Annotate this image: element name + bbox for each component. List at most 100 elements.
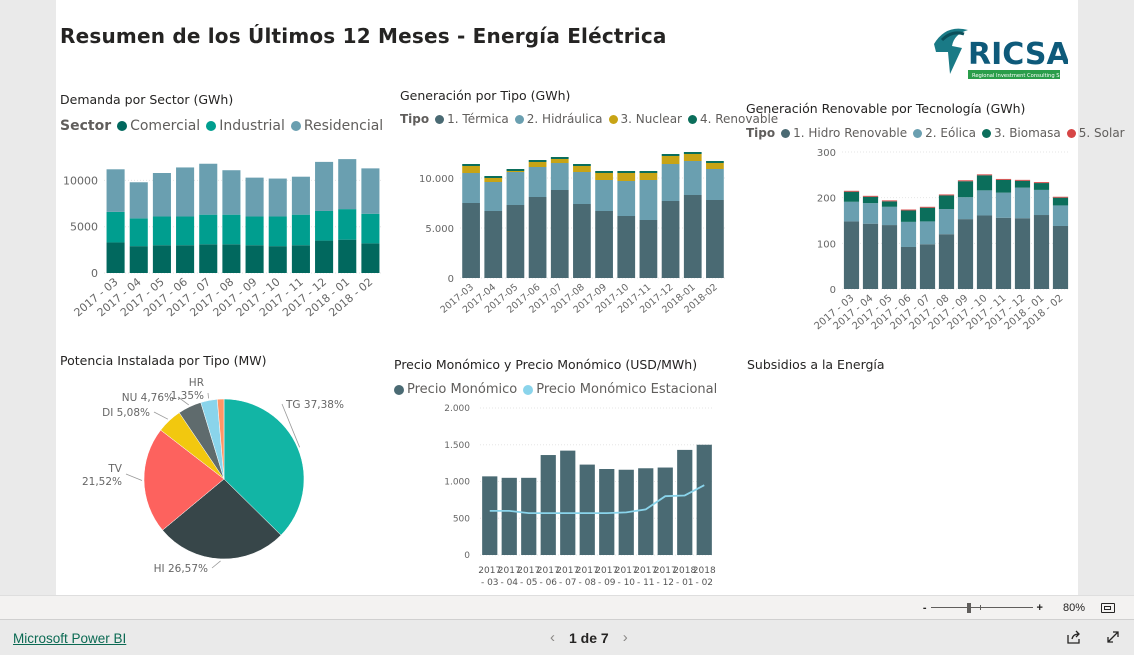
bar-industrial [268, 216, 287, 247]
bar-residencial [222, 170, 241, 215]
bar-2-hidr-ulica [706, 169, 724, 200]
bar-4-renovable [595, 171, 613, 173]
bar-industrial [152, 216, 171, 246]
bar-2-hidr-ulica [573, 172, 591, 204]
legend-item-estacional[interactable]: Precio Monómico Estacional [523, 382, 717, 397]
ricsa-logo: RICSA Regional Investment Consulting S.A… [934, 28, 1068, 79]
bar-residencial [176, 167, 195, 217]
y-tick-label: 2.000 [444, 404, 470, 414]
zoom-slider[interactable] [930, 602, 1033, 614]
bar-2-e-lica [843, 201, 860, 222]
bar-precio-monomico [677, 449, 693, 555]
pie-label: HR [189, 377, 204, 389]
pie-leader-line [125, 473, 143, 481]
potencia-pie-chart[interactable]: TG 37,38% HI 26,57% TV21,52% DI 5,08% NU 4,7… [56, 370, 386, 590]
bar-5-solar [881, 200, 898, 202]
legend-item-termica[interactable]: 1. Térmica [435, 112, 509, 126]
bar-1-t-rmica [573, 204, 591, 278]
legend-item-industrial[interactable]: Industrial [206, 118, 285, 134]
legend-item-nuclear[interactable]: 3. Nuclear [608, 112, 682, 126]
bar-residencial [338, 159, 357, 210]
zoom-level: 80% [1062, 602, 1085, 614]
bar-3-biomasa [957, 181, 974, 198]
pie-leader-line [207, 392, 209, 399]
legend-item-hidraulica[interactable]: 2. Hidráulica [514, 112, 603, 126]
bar-1-t-rmica [706, 200, 724, 278]
bar-1-t-rmica [484, 211, 503, 278]
demanda-chart[interactable]: 05000100002017 - 032017 - 042017 - 05201… [56, 140, 386, 330]
precio-chart[interactable]: 05001.0001.5002.0002017- 032017- 042017-… [386, 400, 716, 592]
zoom-slider-thumb[interactable] [966, 603, 971, 613]
bar-3-biomasa [881, 201, 898, 207]
logo-subtext: Regional Investment Consulting S.A. [972, 73, 1067, 79]
bar-industrial [199, 214, 218, 245]
bar-2-hidr-ulica [595, 180, 613, 211]
bar-1-hidro-renovable [1014, 218, 1031, 289]
legend-item-solar[interactable]: 5. Solar [1066, 126, 1125, 140]
legend-item-comercial[interactable]: Comercial [117, 118, 200, 134]
bar-residencial [199, 163, 218, 215]
bar-3-nuclear [683, 154, 702, 161]
bar-comercial [152, 245, 171, 273]
bar-5-solar [1014, 179, 1031, 181]
bar-precio-monomico [599, 469, 615, 555]
bar-1-hidro-renovable [862, 223, 879, 289]
legend-item-biomasa[interactable]: 3. Biomasa [981, 126, 1061, 140]
bar-industrial [129, 218, 148, 247]
x-tick-label: - 06 [539, 578, 557, 588]
bar-4-renovable [573, 164, 591, 166]
bar-5-solar [1033, 182, 1050, 184]
legend-item-residencial[interactable]: Residencial [290, 118, 384, 134]
legend-label: Precio Monómico Estacional [536, 382, 718, 397]
bar-5-solar [1052, 196, 1069, 198]
bar-2-e-lica [900, 221, 917, 247]
legend-item-hidro-renovable[interactable]: 1. Hidro Renovable [781, 126, 907, 140]
bar-precio-monomico [501, 477, 517, 555]
legend-label: 2. Eólica [925, 126, 976, 140]
bar-3-nuclear [528, 162, 547, 167]
bar-3-biomasa [976, 175, 993, 191]
bar-2-e-lica [1052, 205, 1069, 226]
renovable-legend: Tipo 1. Hidro Renovable 2. Eólica 3. Bio… [746, 126, 1131, 140]
zoom-in-button[interactable]: + [1037, 602, 1043, 614]
zoom-out-button[interactable]: - [923, 602, 927, 614]
zoom-controls: - + 80% [923, 599, 1134, 617]
legend-item-precio[interactable]: Precio Monómico [394, 382, 517, 397]
powerbi-link[interactable]: Microsoft Power BI [13, 631, 126, 646]
bar-comercial [245, 245, 264, 273]
fullscreen-icon[interactable] [1105, 629, 1121, 645]
bar-2-hidr-ulica [639, 180, 658, 220]
bar-1-t-rmica [595, 211, 613, 278]
share-icon[interactable] [1066, 629, 1082, 645]
bar-1-t-rmica [506, 205, 525, 278]
generacion-title: Generación por Tipo (GWh) [400, 88, 571, 103]
legend-item-eolica[interactable]: 2. Eólica [913, 126, 976, 140]
bar-3-biomasa [900, 210, 917, 222]
y-tick-label: 0 [91, 267, 98, 280]
pie-label: NU 4,76% [122, 392, 174, 404]
industrial-dot-icon [206, 121, 217, 131]
bar-4-renovable [506, 169, 525, 171]
bar-3-nuclear [484, 178, 503, 182]
y-tick-label: 10000 [63, 174, 98, 187]
generacion-chart[interactable]: 05.00010.0002017-032017-042017-052017-06… [396, 135, 726, 335]
bar-industrial [291, 214, 310, 246]
bar-1-t-rmica [661, 201, 680, 278]
next-page-button[interactable]: › [623, 629, 628, 646]
x-tick-label: - 03 [481, 578, 499, 588]
bar-residencial [268, 178, 287, 217]
fit-to-page-icon[interactable] [1101, 603, 1115, 613]
bar-4-renovable [706, 161, 724, 163]
bar-2-hidr-ulica [528, 167, 547, 197]
subsidios-title: Subsidios a la Energía [747, 357, 885, 372]
legend-label: Precio Monómico [407, 382, 518, 397]
bar-4-renovable [484, 176, 503, 178]
prev-page-button[interactable]: ‹ [550, 629, 555, 646]
bar-1-hidro-renovable [1033, 215, 1050, 289]
x-tick-label: - 09 [598, 578, 616, 588]
powerbi-footer: Microsoft Power BI ‹ 1 de 7 › [0, 619, 1134, 655]
legend-label: Residencial [303, 118, 384, 134]
bar-comercial [291, 245, 310, 273]
renovable-chart[interactable]: 01002003002017 - 032017 - 042017 - 05201… [742, 142, 1072, 342]
bar-precio-monomico [521, 477, 537, 555]
